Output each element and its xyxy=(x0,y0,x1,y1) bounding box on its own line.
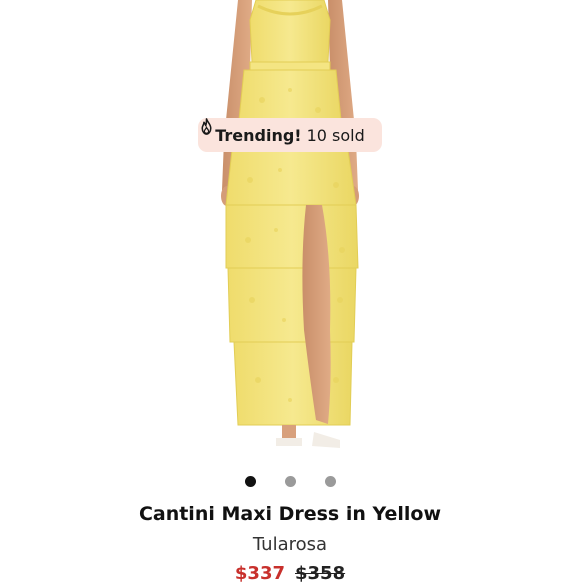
flame-icon xyxy=(201,118,212,135)
carousel-dot-2[interactable] xyxy=(284,476,296,487)
carousel-dot-3[interactable] xyxy=(324,476,336,487)
sale-price: $337 xyxy=(234,563,285,584)
trending-badge: Trending! 10 sold xyxy=(198,118,382,152)
product-title[interactable]: Cantini Maxi Dress in Yellow xyxy=(0,503,580,525)
carousel-dots xyxy=(0,476,580,487)
trending-label: Trending! xyxy=(215,125,302,145)
product-card[interactable]: Trending! 10 sold Cantini Maxi Dress in … xyxy=(0,0,580,584)
sold-count: 10 sold xyxy=(306,125,365,145)
product-image[interactable]: Trending! 10 sold xyxy=(0,0,580,462)
original-price: $358 xyxy=(295,563,346,584)
price-row: $337 $358 xyxy=(0,563,580,584)
product-brand[interactable]: Tularosa xyxy=(0,534,580,555)
carousel-dot-1[interactable] xyxy=(244,476,256,487)
dress-illustration xyxy=(221,0,359,448)
